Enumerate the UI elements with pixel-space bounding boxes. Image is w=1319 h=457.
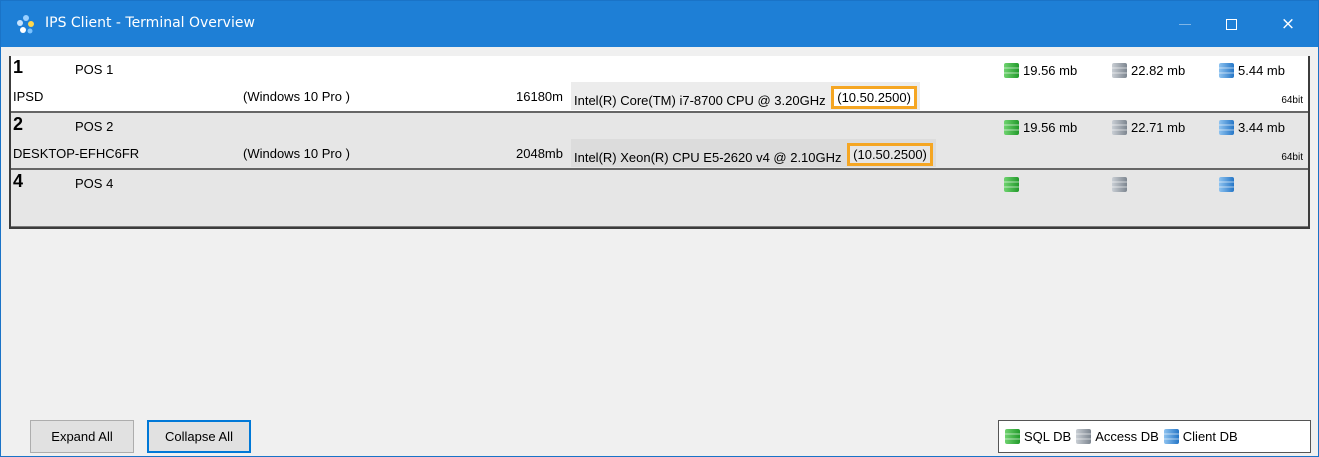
- terminal-name: POS 2: [75, 119, 114, 134]
- terminal-cpu-info: Intel(R) Core(TM) i7-8700 CPU @ 3.20GHz …: [571, 82, 920, 110]
- terminal-arch: 64bit: [1281, 95, 1303, 106]
- client-db-size: 3.44 mb: [1218, 118, 1285, 137]
- client-db-icon: [1218, 61, 1235, 80]
- collapse-all-button[interactable]: Collapse All: [147, 420, 251, 453]
- legend-sql-db: SQL DB: [1004, 427, 1071, 446]
- terminal-host: DESKTOP-EFHC6FR: [13, 146, 140, 161]
- terminal-list: 1 POS 1 19.56 mb 22.82 mb 5.44 mb IPSD (…: [9, 56, 1310, 229]
- ips-logo-icon: [17, 15, 34, 34]
- window-title: IPS Client - Terminal Overview: [45, 15, 255, 31]
- terminal-row[interactable]: 4 POS 4: [11, 170, 1308, 227]
- bottom-toolbar: Expand All Collapse All SQL DB Access DB…: [9, 418, 1311, 453]
- minimize-button[interactable]: [1162, 1, 1208, 47]
- terminal-number: 4: [13, 171, 24, 191]
- terminal-memory: 16180m: [516, 89, 563, 104]
- terminal-number: 2: [13, 114, 24, 134]
- terminal-overview-window: IPS Client - Terminal Overview × 1 POS 1…: [0, 0, 1319, 457]
- sql-db-size: 19.56 mb: [1003, 118, 1077, 137]
- terminal-number: 1: [13, 57, 24, 77]
- terminal-name: POS 1: [75, 62, 114, 77]
- client-db-icon: [1163, 427, 1180, 446]
- terminal-version: (10.50.2500): [831, 86, 917, 109]
- title-bar[interactable]: IPS Client - Terminal Overview ×: [1, 1, 1318, 47]
- access-db-size: 22.71 mb: [1111, 118, 1185, 137]
- access-db-size: 22.82 mb: [1111, 61, 1185, 80]
- terminal-os: (Windows 10 Pro ): [243, 89, 350, 104]
- client-db-size: 5.44 mb: [1218, 61, 1285, 80]
- legend-access-db: Access DB: [1075, 427, 1159, 446]
- terminal-name: POS 4: [75, 176, 114, 191]
- access-db-icon: [1111, 61, 1128, 80]
- access-db-size: [1111, 175, 1131, 194]
- close-button[interactable]: ×: [1265, 1, 1311, 47]
- legend-client-db: Client DB: [1163, 427, 1238, 446]
- terminal-arch: 64bit: [1281, 152, 1303, 163]
- terminal-os: (Windows 10 Pro ): [243, 146, 350, 161]
- terminal-cpu: Intel(R) Core(TM) i7-8700 CPU @ 3.20GHz: [574, 93, 826, 108]
- minimize-icon: [1179, 23, 1191, 25]
- access-db-icon: [1111, 175, 1128, 194]
- expand-all-button[interactable]: Expand All: [30, 420, 134, 453]
- maximize-button[interactable]: [1208, 1, 1254, 47]
- terminal-cpu-info: Intel(R) Xeon(R) CPU E5-2620 v4 @ 2.10GH…: [571, 139, 936, 167]
- access-db-icon: [1075, 427, 1092, 446]
- sql-db-icon: [1003, 61, 1020, 80]
- sql-db-icon: [1003, 118, 1020, 137]
- db-legend: SQL DB Access DB Client DB: [998, 420, 1311, 453]
- terminal-version: (10.50.2500): [847, 143, 933, 166]
- terminal-host: IPSD: [13, 89, 44, 104]
- terminal-memory: 2048mb: [516, 146, 563, 161]
- client-db-size: [1218, 175, 1238, 194]
- sql-db-icon: [1004, 427, 1021, 446]
- access-db-icon: [1111, 118, 1128, 137]
- terminal-row[interactable]: 1 POS 1 19.56 mb 22.82 mb 5.44 mb IPSD (…: [11, 56, 1308, 113]
- client-db-icon: [1218, 175, 1235, 194]
- maximize-icon: [1225, 18, 1237, 30]
- terminal-cpu: Intel(R) Xeon(R) CPU E5-2620 v4 @ 2.10GH…: [574, 150, 842, 165]
- terminal-row[interactable]: 2 POS 2 19.56 mb 22.71 mb 3.44 mb DESKTO…: [11, 113, 1308, 170]
- content-area: 1 POS 1 19.56 mb 22.82 mb 5.44 mb IPSD (…: [9, 56, 1311, 453]
- sql-db-size: 19.56 mb: [1003, 61, 1077, 80]
- sql-db-size: [1003, 175, 1023, 194]
- sql-db-icon: [1003, 175, 1020, 194]
- client-db-icon: [1218, 118, 1235, 137]
